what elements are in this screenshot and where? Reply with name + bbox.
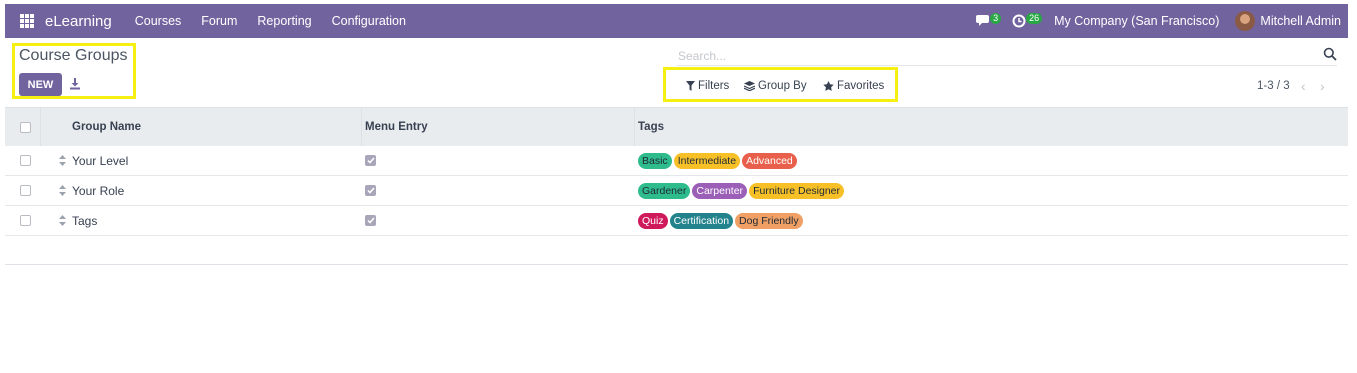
header-menu-entry[interactable]: Menu Entry [365,108,428,146]
select-all-cell [20,108,31,146]
menu-entry-checkbox [365,215,376,226]
avatar[interactable] [1235,11,1256,31]
page-title: Course Groups [19,47,128,64]
star-icon [823,81,834,91]
row-select-cell [20,176,31,205]
drag-handle-icon[interactable] [59,215,66,226]
user-menu[interactable]: Mitchell Admin [1260,14,1341,28]
tag-badge: Carpenter [692,182,748,199]
tag-badge: Quiz [638,212,668,229]
search-underline [677,65,1337,66]
filters-button[interactable]: Filters [686,80,729,92]
search-icon[interactable] [1323,47,1337,61]
tag-badge: Gardener [638,182,691,199]
menu-entry-checkbox [365,155,376,166]
new-button[interactable]: NEW [19,73,62,96]
menu-configuration[interactable]: Configuration [332,14,406,28]
table-row[interactable]: Your Level Basic Intermediate Advanced [5,146,1348,176]
top-navbar: eLearning Courses Forum Reporting Config… [5,4,1348,38]
table-row[interactable]: Your Role Gardener Carpenter Furniture D… [5,176,1348,206]
download-icon[interactable] [69,78,81,90]
tags-cell: Quiz Certification Dog Friendly [638,206,805,235]
menu-entry-cell [365,146,376,175]
layers-icon [744,81,755,91]
group-name-cell: Your Level [72,153,129,168]
messages-count-badge: 3 [990,13,1002,24]
activities-count-badge: 26 [1026,13,1043,24]
activities-button[interactable]: 26 [1012,11,1043,31]
tag-badge: Dog Friendly [735,212,803,229]
menu-entry-checkbox [365,185,376,196]
tag-badge: Advanced [742,152,797,169]
row-checkbox[interactable] [20,155,31,166]
drag-handle-icon[interactable] [59,185,66,196]
header-group-name[interactable]: Group Name [72,108,141,146]
chat-icon [976,15,990,26]
chevron-left-icon[interactable]: ‹ [1301,79,1313,93]
menu-entry-cell [365,176,376,205]
select-all-checkbox[interactable] [20,121,31,133]
checkmark-icon [366,187,375,194]
row-select-cell [20,146,31,175]
menu-forum[interactable]: Forum [201,14,237,28]
row-checkbox[interactable] [20,215,31,226]
drag-handle-icon[interactable] [59,155,66,166]
favorites-button[interactable]: Favorites [823,80,884,92]
group-by-button[interactable]: Group By [744,80,807,92]
course-groups-table: Group Name Menu Entry Tags Your Level Ba… [5,107,1348,265]
table-header: Group Name Menu Entry Tags [5,107,1348,146]
company-switcher[interactable]: My Company (San Francisco) [1054,14,1219,28]
tag-badge: Intermediate [673,152,741,169]
chevron-right-icon[interactable]: › [1320,79,1332,93]
menu-entry-cell [365,206,376,235]
messages-button[interactable]: 3 [976,11,1002,31]
menu-courses[interactable]: Courses [135,14,182,28]
filters-label: Filters [698,80,730,92]
row-select-cell [20,206,31,235]
checkmark-icon [366,217,375,224]
checkmark-icon [366,157,375,164]
search-input[interactable] [678,48,1298,64]
column-divider [40,108,41,146]
empty-row [5,236,1348,265]
filter-icon [686,81,695,91]
column-divider [634,108,635,146]
group-name-cell: Tags [72,213,98,228]
pager-value[interactable]: 1-3 / 3 [1257,80,1290,92]
clock-icon [1012,14,1026,28]
row-checkbox[interactable] [20,185,31,196]
group-by-label: Group By [758,80,807,92]
header-tags[interactable]: Tags [638,108,664,146]
tags-cell: Basic Intermediate Advanced [638,146,799,175]
apps-grid-icon[interactable] [20,14,34,28]
tag-badge: Certification [669,212,734,229]
table-row[interactable]: Tags Quiz Certification Dog Friendly [5,206,1348,236]
group-name-cell: Your Role [72,183,125,198]
column-divider [361,108,362,146]
tag-badge: Furniture Designer [749,182,845,199]
favorites-label: Favorites [837,80,885,92]
menu-reporting[interactable]: Reporting [257,14,311,28]
app-brand[interactable]: eLearning [45,13,112,30]
tag-badge: Basic [638,152,672,169]
tags-cell: Gardener Carpenter Furniture Designer [638,176,846,205]
